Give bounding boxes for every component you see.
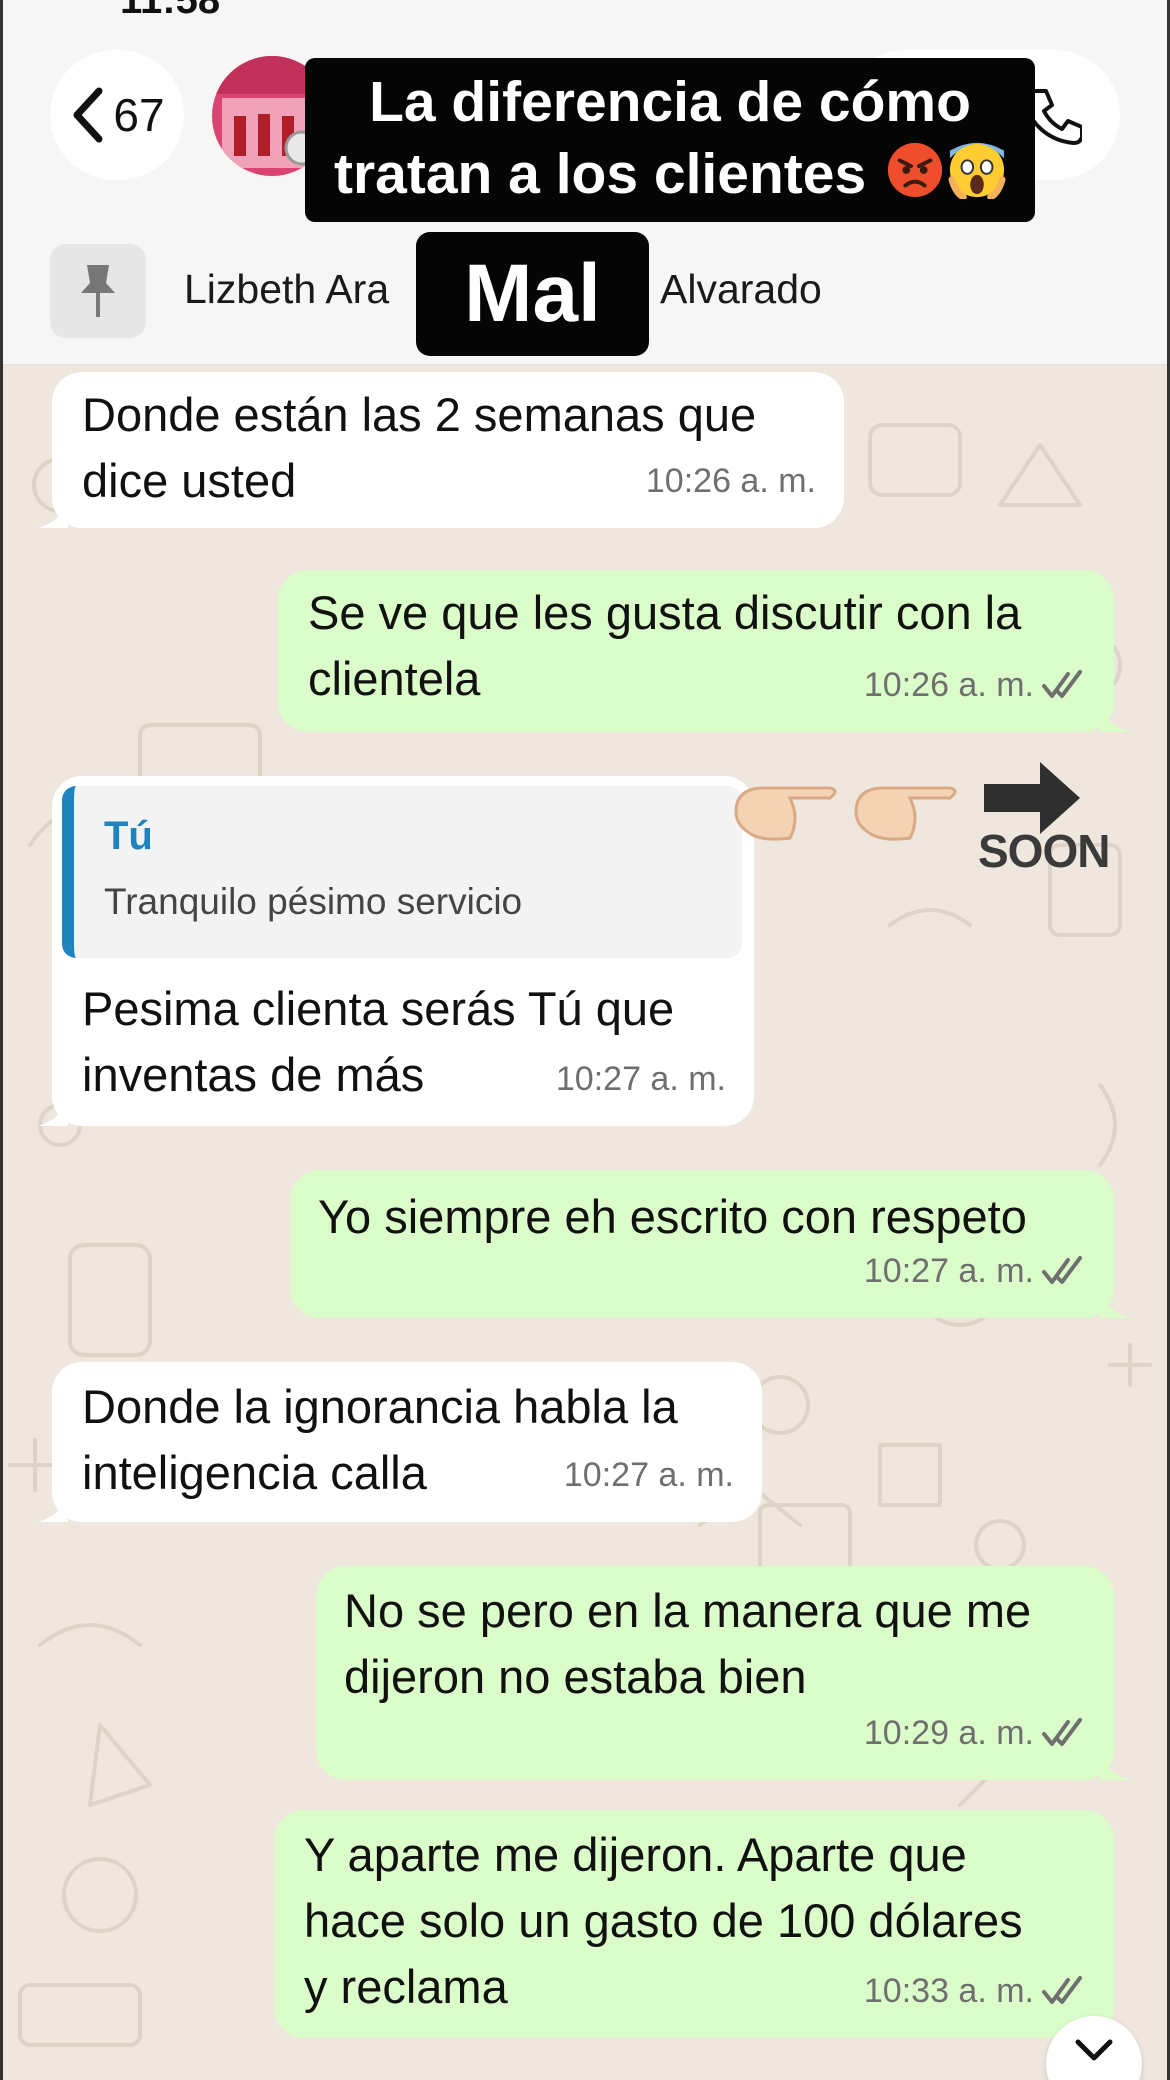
title-line-2: tratan a los clientes (333, 142, 867, 206)
title-line-1: La diferencia de cómo (369, 70, 971, 134)
quote-text: Tranquilo pésimo servicio (104, 881, 523, 922)
message-time: 10:27 a. m. (864, 1238, 1086, 1304)
message-time: 10:33 a. m. (864, 1958, 1086, 2024)
quoted-message[interactable]: Tú Tranquilo pésimo servicio (62, 786, 742, 958)
message-text: No se pero en la manera que me (344, 1584, 1032, 1637)
chat-screen: 11:58 67 Lizbeth Ara Alvarado La diferen… (0, 0, 1170, 2080)
message-time: 10:29 a. m. (864, 1700, 1086, 1766)
message-bubble-incoming[interactable]: Donde están las 2 semanas que dice usted… (38, 372, 844, 528)
quote-author: Tú (104, 814, 153, 858)
message-time: 10:26 a. m. (864, 652, 1086, 718)
message-bubble-outgoing[interactable]: Yo siempre eh escrito con respeto 10:27 … (290, 1170, 1130, 1318)
chevron-down-icon (1075, 2039, 1113, 2061)
double-check-icon (1042, 670, 1082, 698)
pointing-hand-emoji (854, 786, 957, 841)
chevron-left-icon (73, 87, 103, 143)
message-text: Se ve que les gusta discutir con la (308, 586, 1022, 639)
screaming-face-emoji (948, 142, 1006, 199)
message-text: hace solo un gasto de 100 dólares (304, 1894, 1023, 1947)
message-time: 10:27 a. m. (555, 1060, 726, 1098)
message-text: Y aparte me dijeron. Aparte que (304, 1828, 967, 1881)
message-bubble-outgoing[interactable]: Se ve que les gusta discutir con la clie… (278, 570, 1130, 732)
message-text: Donde la ignorancia habla la (82, 1380, 678, 1433)
label-overlay: Mal (416, 232, 649, 356)
double-check-icon (1042, 1976, 1082, 2004)
pointing-hand-emoji (734, 786, 837, 841)
unread-count: 67 (113, 89, 165, 141)
message-time: 10:27 a. m. (563, 1456, 734, 1494)
double-check-icon (1042, 1256, 1082, 1284)
message-text: Donde están las 2 semanas que (82, 388, 757, 441)
screen-edge (0, 0, 3, 2080)
angry-face-emoji (887, 142, 943, 198)
pin-icon (81, 265, 115, 317)
pin-button[interactable] (50, 244, 146, 338)
pinned-name-start[interactable]: Lizbeth Ara (184, 266, 389, 313)
message-text: Pesima clienta serás Tú que (82, 982, 675, 1035)
double-check-icon (1042, 1718, 1082, 1746)
back-button[interactable]: 67 (50, 50, 184, 180)
status-time: 11:58 (120, 0, 221, 22)
pinned-name-end[interactable]: Alvarado (660, 266, 822, 313)
message-bubble-incoming[interactable]: Donde la ignorancia habla la inteligenci… (38, 1362, 762, 1522)
message-time: 10:26 a. m. (645, 462, 816, 500)
message-bubble-outgoing[interactable]: No se pero en la manera que me dijeron n… (316, 1566, 1130, 1780)
message-bubble-outgoing[interactable]: Y aparte me dijeron. Aparte que hace sol… (274, 1810, 1114, 2038)
video-title-overlay: La diferencia de cómo tratan a los clien… (305, 58, 1035, 222)
soon-label: SOON (978, 825, 1110, 877)
